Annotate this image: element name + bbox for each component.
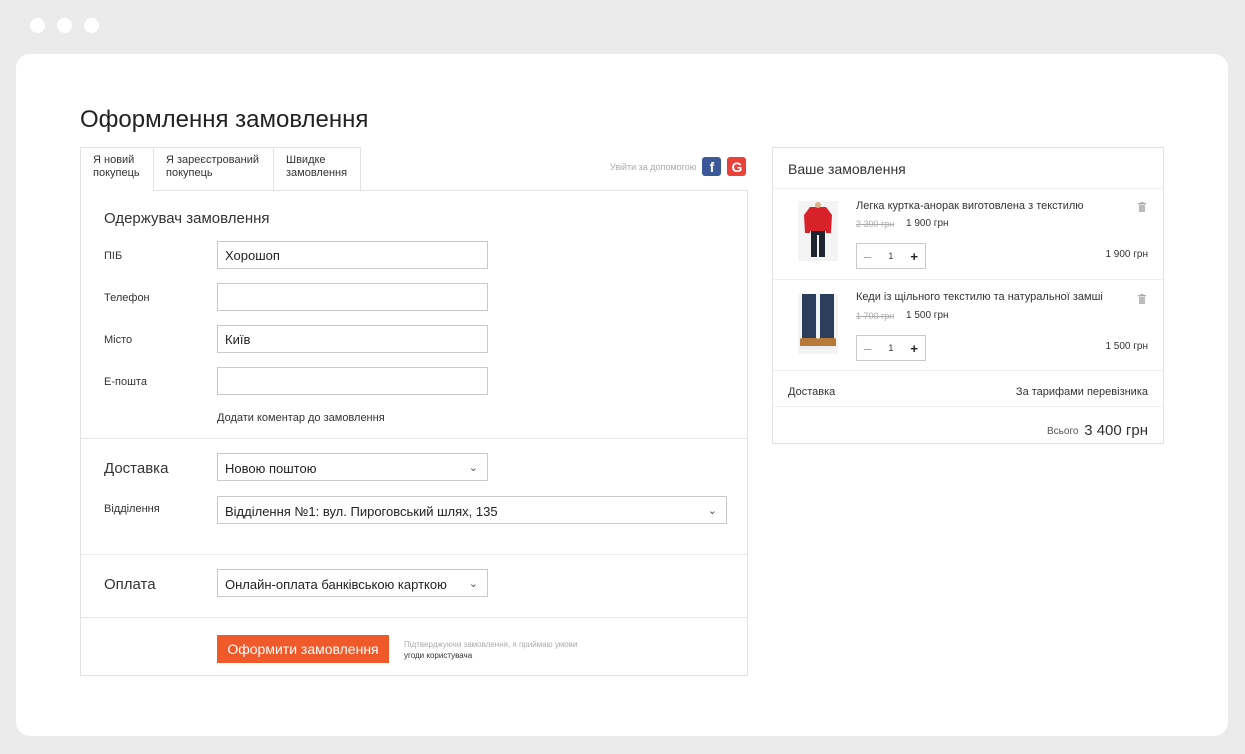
increase-quantity-button[interactable]: + bbox=[910, 249, 918, 264]
window-controls bbox=[30, 18, 99, 33]
city-field[interactable]: Київ bbox=[217, 325, 488, 353]
payment-method-select[interactable]: Онлайн-оплата банківською карткою ⌄ bbox=[217, 569, 488, 597]
quantity-value[interactable]: 1 bbox=[888, 251, 893, 261]
quantity-value[interactable]: 1 bbox=[888, 343, 893, 353]
total-value: 3 400 грн bbox=[1084, 422, 1148, 439]
place-order-button[interactable]: Оформити замовлення bbox=[217, 635, 389, 663]
order-item-old-price: 2 300 грн bbox=[856, 219, 895, 229]
sneakers-product-image[interactable] bbox=[798, 294, 838, 354]
phone-label: Телефон bbox=[104, 292, 150, 304]
checkout-form: Одержувач замовлення ПІБ Хорошоп Телефон… bbox=[80, 190, 748, 676]
email-label: Е-пошта bbox=[104, 376, 147, 388]
chevron-down-icon: ⌄ bbox=[468, 578, 478, 590]
terms-notice: Підтверджуючи замовлення, я приймаю умов… bbox=[404, 639, 577, 661]
shipping-label: Доставка bbox=[788, 386, 836, 398]
payment-method-value: Онлайн-оплата банківською карткою bbox=[225, 577, 447, 592]
phone-field[interactable] bbox=[217, 283, 488, 311]
email-field[interactable] bbox=[217, 367, 488, 395]
order-item-price: 1 900 грн bbox=[906, 218, 949, 229]
total-label: Всього bbox=[1047, 426, 1079, 437]
branch-value: Відділення №1: вул. Пироговський шлях, 1… bbox=[225, 504, 498, 519]
order-item-name[interactable]: Кеди із щільного текстилю та натуральної… bbox=[856, 291, 1103, 303]
order-divider bbox=[773, 370, 1163, 371]
trash-icon[interactable] bbox=[1137, 202, 1147, 212]
quantity-stepper: – 1 + bbox=[856, 243, 926, 269]
add-comment-link[interactable]: Додати коментар до замовлення bbox=[217, 412, 385, 424]
quantity-stepper: – 1 + bbox=[856, 335, 926, 361]
order-item-name[interactable]: Легка куртка-анорак виготовлена з тексти… bbox=[856, 200, 1084, 212]
city-label: Місто bbox=[104, 334, 133, 346]
order-title: Ваше замовлення bbox=[788, 161, 906, 177]
section-divider bbox=[81, 617, 747, 618]
tab-registered-customer[interactable]: Я зареєстрований покупець bbox=[154, 147, 274, 191]
order-divider bbox=[773, 406, 1163, 407]
increase-quantity-button[interactable]: + bbox=[910, 341, 918, 356]
window-dot bbox=[30, 18, 45, 33]
browser-window: Оформлення замовлення Я новий покупець Я… bbox=[16, 54, 1228, 736]
order-summary: Ваше замовлення Легка куртка-анорак виго… bbox=[772, 147, 1164, 444]
delivery-title: Доставка bbox=[104, 460, 169, 477]
shipping-value: За тарифами перевізника bbox=[1015, 386, 1148, 398]
customer-tabs: Я новий покупець Я зареєстрований покупе… bbox=[80, 147, 361, 191]
payment-title: Оплата bbox=[104, 576, 156, 593]
chevron-down-icon: ⌄ bbox=[468, 462, 478, 474]
terms-text: Підтверджуючи замовлення, я приймаю умов… bbox=[404, 640, 578, 649]
name-label: ПІБ bbox=[104, 250, 123, 262]
window-dot bbox=[84, 18, 99, 33]
social-login-label: Увійти за допомогою bbox=[610, 161, 697, 172]
order-item-total: 1 900 грн bbox=[1105, 249, 1148, 260]
delivery-method-select[interactable]: Новою поштою ⌄ bbox=[217, 453, 488, 481]
section-divider bbox=[81, 438, 747, 439]
name-field[interactable]: Хорошоп bbox=[217, 241, 488, 269]
delivery-method-value: Новою поштою bbox=[225, 461, 317, 476]
trash-icon[interactable] bbox=[1137, 294, 1147, 304]
order-item-price: 1 500 грн bbox=[906, 310, 949, 321]
page-title: Оформлення замовлення bbox=[80, 106, 369, 133]
tab-quick-order[interactable]: Швидке замовлення bbox=[274, 147, 361, 191]
tab-new-customer[interactable]: Я новий покупець bbox=[80, 147, 154, 191]
decrease-quantity-button[interactable]: – bbox=[864, 341, 871, 356]
branch-select[interactable]: Відділення №1: вул. Пироговський шлях, 1… bbox=[217, 496, 727, 524]
recipient-title: Одержувач замовлення bbox=[104, 210, 270, 227]
google-icon[interactable]: G bbox=[727, 157, 747, 176]
facebook-icon[interactable]: f bbox=[702, 157, 722, 176]
jacket-product-image[interactable] bbox=[798, 201, 838, 261]
terms-link[interactable]: угоди користувача bbox=[404, 650, 577, 661]
section-divider bbox=[81, 554, 747, 556]
order-item-old-price: 1 700 грн bbox=[856, 311, 895, 321]
decrease-quantity-button[interactable]: – bbox=[864, 249, 871, 264]
order-item-total: 1 500 грн bbox=[1105, 341, 1148, 352]
order-divider bbox=[773, 188, 1163, 189]
window-dot bbox=[57, 18, 72, 33]
social-login: Увійти за допомогою f G bbox=[610, 157, 747, 176]
order-divider bbox=[773, 279, 1163, 280]
chevron-down-icon: ⌄ bbox=[707, 505, 717, 517]
branch-label: Відділення bbox=[104, 503, 160, 515]
